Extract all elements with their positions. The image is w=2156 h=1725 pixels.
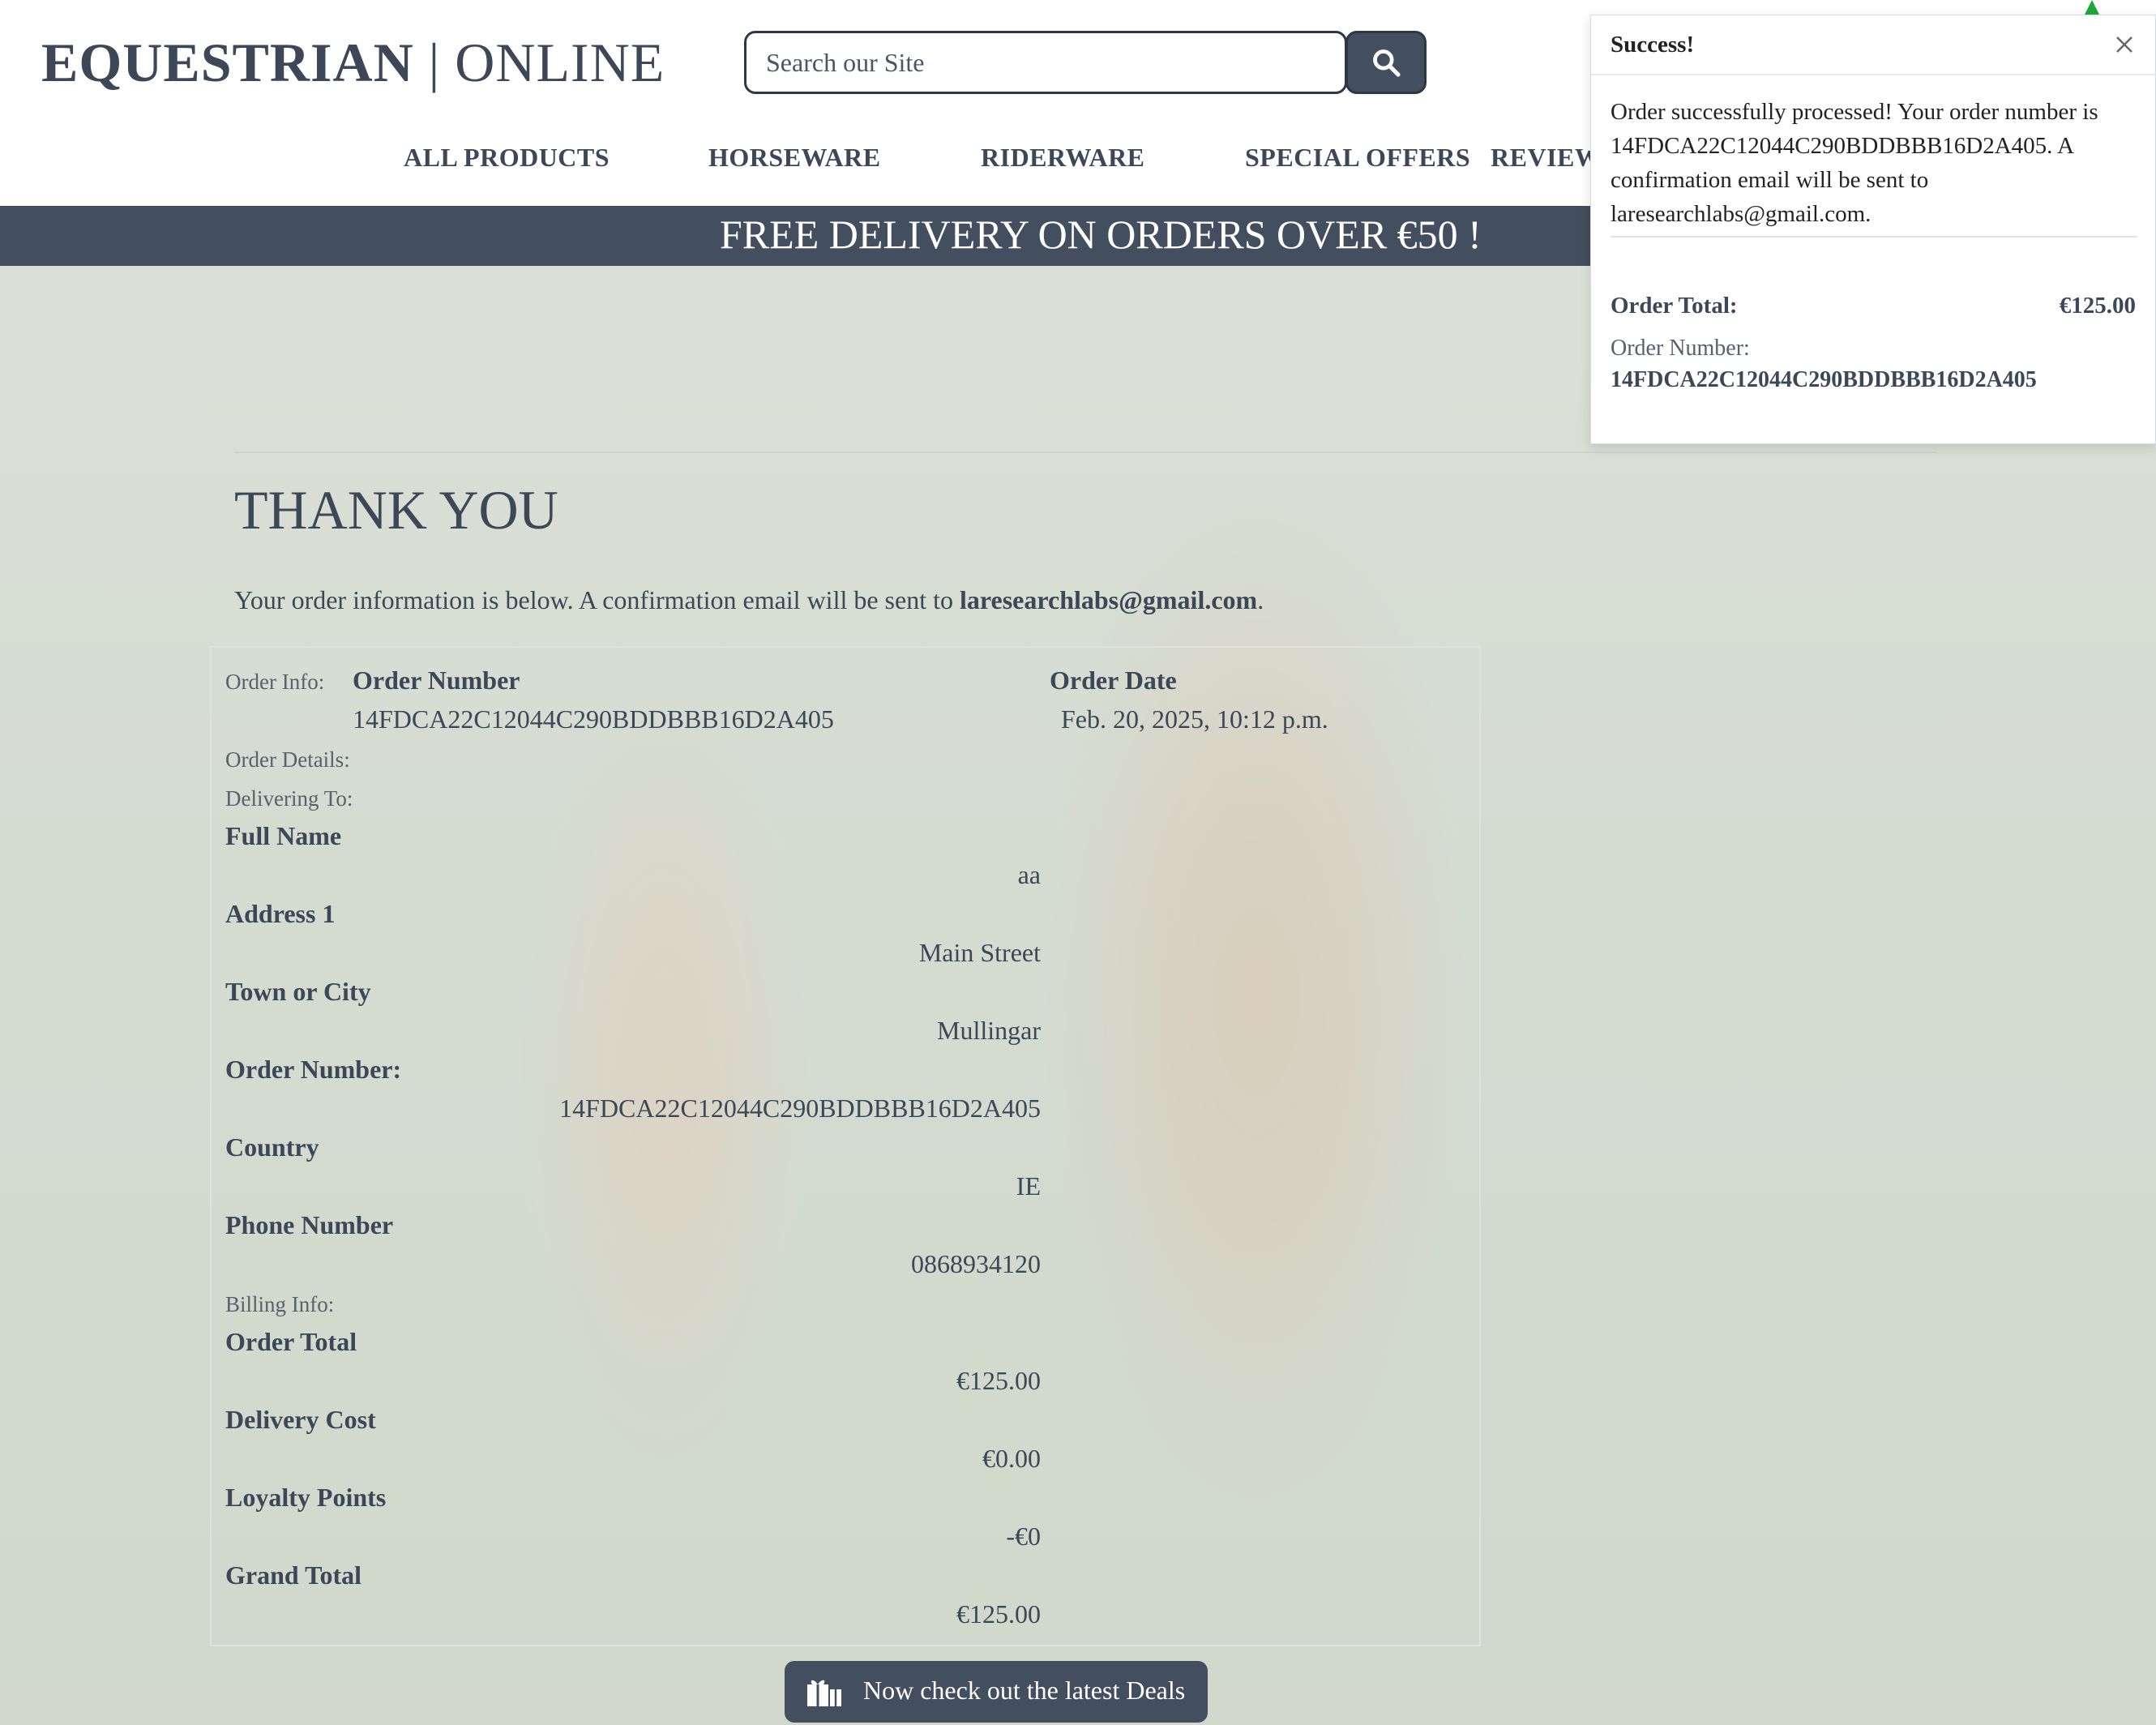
grand-total-heading: Grand Total [225,1560,362,1590]
nav-special-offers[interactable]: SPECIAL OFFERS [1245,143,1470,173]
site-logo[interactable]: EQUESTRIAN | ONLINE [41,31,665,95]
order-date-value: Feb. 20, 2025, 10:12 p.m. [1061,704,1328,734]
order-info-label: Order Info: [225,670,325,694]
search-button[interactable] [1345,31,1427,94]
toast-order-number-label: Order Number: [1611,336,1750,361]
banner-text: FREE DELIVERY ON ORDERS OVER €50 ! [720,212,1482,257]
search-icon [1373,49,1401,77]
order-number2-value: 14FDCA22C12044C290BDDBBB16D2A405 [559,1094,1041,1123]
nav-reviews[interactable]: REVIEW [1491,143,1601,173]
country-heading: Country [225,1132,319,1162]
full-name-heading: Full Name [225,821,342,850]
order-total-heading: Order Total [225,1327,357,1356]
toast-title: Success! [1611,32,1695,58]
toast-header-divider [1591,74,2156,75]
address1-value: Main Street [918,938,1041,967]
country-value: IE [1016,1171,1041,1201]
gift-icon [807,1680,841,1706]
town-value: Mullingar [937,1016,1041,1045]
nav-all-products[interactable]: ALL PRODUCTS [404,143,610,173]
order-number2-heading: Order Number: [225,1055,402,1084]
content-divider [234,452,1936,453]
logo-light-text: ONLINE [455,32,665,93]
order-number-heading: Order Number [353,666,520,695]
toast-arrow [2085,0,2099,15]
delivery-cost-value: €0.00 [982,1444,1041,1473]
logo-bold-text: EQUESTRIAN [41,32,414,93]
deals-button-label: Now check out the latest Deals [863,1676,1186,1705]
town-heading: Town or City [225,977,371,1006]
delivery-cost-heading: Delivery Cost [225,1405,376,1434]
order-number-value: 14FDCA22C12044C290BDDBBB16D2A405 [353,704,834,734]
address1-heading: Address 1 [225,899,336,928]
grand-total-value: €125.00 [956,1599,1041,1629]
toast-order-number-value: 14FDCA22C12044C290BDDBBB16D2A405 [1611,367,2037,392]
nav-riderware[interactable]: RIDERWARE [981,143,1145,173]
order-total-value: €125.00 [956,1366,1041,1395]
intro-text: Your order information is below. A confi… [234,585,1264,615]
phone-heading: Phone Number [225,1210,394,1239]
intro-email: laresearchlabs@gmail.com [959,585,1258,614]
toast-message: Order successfully processed! Your order… [1611,99,2098,227]
close-icon [2116,36,2132,53]
toast-total-value: €125.00 [2059,293,2136,319]
phone-value: 0868934120 [911,1249,1041,1278]
success-toast: Success! Order successfully processed! Y… [1590,15,2156,444]
intro-end: . [1257,585,1264,614]
latest-deals-button[interactable]: Now check out the latest Deals [785,1661,1208,1723]
billing-info-label: Billing Info: [225,1292,335,1316]
search-form [744,31,1427,96]
page-title: THANK YOU [234,479,558,541]
toast-close-button[interactable] [2108,28,2141,61]
order-summary-box: Order Info: Order Number 14FDCA22C12044C… [210,646,1481,1646]
order-details-label: Order Details: [225,747,350,772]
intro-message: Your order information is below. A confi… [234,585,960,614]
nav-horseware[interactable]: HORSEWARE [708,143,881,173]
logo-separator: | [413,32,456,93]
order-date-heading: Order Date [1050,666,1177,695]
toast-message-divider [1611,236,2137,238]
loyalty-points-heading: Loyalty Points [225,1483,387,1512]
search-input[interactable] [744,31,1347,94]
loyalty-points-value: -€0 [1006,1522,1041,1551]
toast-total-label: Order Total: [1611,293,1738,319]
delivering-to-label: Delivering To: [225,786,353,811]
full-name-value: aa [1017,860,1041,889]
